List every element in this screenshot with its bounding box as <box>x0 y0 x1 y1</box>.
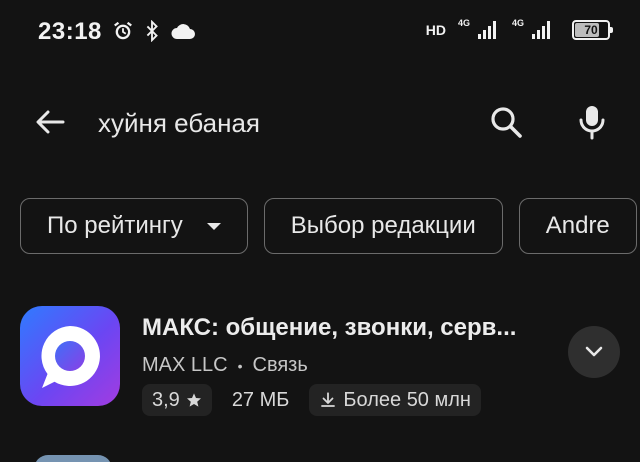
app-rating: 3,9 <box>152 388 180 411</box>
alarm-icon <box>112 20 134 47</box>
battery-icon: 70 <box>572 20 613 40</box>
signal-strength-2-icon <box>532 21 550 39</box>
search-query[interactable]: хуйня ебаная <box>98 108 260 139</box>
status-icons-left <box>112 19 196 47</box>
bluetooth-icon <box>144 19 160 47</box>
dropdown-caret-icon <box>206 222 221 230</box>
next-app-icon-peek <box>34 455 112 462</box>
status-bar: 23:18 HD 4G 4G 70 <box>0 0 640 64</box>
status-time: 23:18 <box>38 18 102 45</box>
signal-strength-1-icon <box>477 21 496 39</box>
download-icon <box>321 392 336 407</box>
network-type-2: 4G <box>511 18 524 28</box>
chip-sort-by-rating[interactable]: По рейтингу <box>20 198 248 254</box>
expand-button[interactable] <box>568 326 620 378</box>
search-button[interactable] <box>484 100 528 144</box>
app-category: Связь <box>252 354 308 376</box>
hd-indicator: HD <box>425 22 446 38</box>
chip-editors-choice[interactable]: Выбор редакции <box>263 198 503 254</box>
chip-label: По рейтингу <box>47 212 183 239</box>
status-icons-right: HD 4G 4G 70 <box>425 18 613 40</box>
app-developer: MAX LLC <box>142 354 228 376</box>
filter-chips: По рейтингу Выбор редакции Andre <box>20 198 637 256</box>
cloud-icon <box>170 22 196 45</box>
app-downloads: Более 50 млн <box>343 388 471 411</box>
app-title[interactable]: МАКС: общение, звонки, серв... <box>142 314 516 342</box>
search-icon <box>491 107 522 138</box>
back-button[interactable] <box>30 102 70 142</box>
microphone-icon <box>579 106 605 140</box>
app-list-item[interactable]: МАКС: общение, звонки, серв... MAX LLC •… <box>0 300 640 420</box>
app-stats: 3,9 27 МБ Более 50 млн <box>142 384 481 416</box>
chip-label: Andre <box>545 212 610 239</box>
search-bar: хуйня ебаная <box>0 88 640 152</box>
network-type-1: 4G <box>457 18 470 28</box>
downloads-pill: Более 50 млн <box>309 384 481 416</box>
battery-level: 70 <box>584 23 598 37</box>
app-icon-max[interactable] <box>20 306 120 406</box>
app-size: 27 МБ <box>231 388 290 411</box>
star-icon <box>186 393 201 407</box>
meta-separator: • <box>237 357 243 374</box>
chip-android[interactable]: Andre <box>518 198 637 254</box>
app-meta: MAX LLC • Связь <box>142 354 308 377</box>
chip-label: Выбор редакции <box>290 212 476 239</box>
max-logo-icon <box>41 326 100 388</box>
arrow-left-icon <box>36 110 65 134</box>
rating-pill: 3,9 <box>142 384 212 416</box>
voice-search-button[interactable] <box>570 100 614 144</box>
chevron-down-icon <box>585 346 603 357</box>
